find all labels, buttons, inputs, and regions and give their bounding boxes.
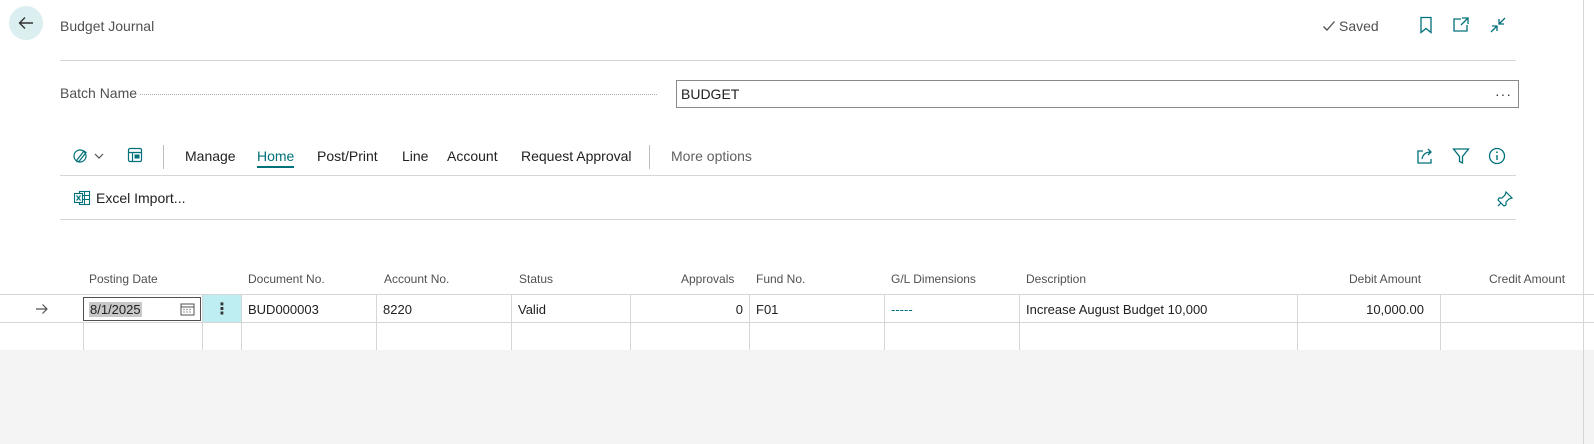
empty-cell[interactable] — [83, 323, 202, 351]
bookmark-icon — [1419, 16, 1433, 34]
document-no-cell[interactable]: BUD000003 — [241, 295, 376, 323]
empty-cell[interactable] — [1297, 323, 1440, 351]
saved-status: Saved — [1322, 18, 1379, 34]
edit-mode-button[interactable] — [72, 147, 104, 165]
menu-home[interactable]: Home — [257, 148, 295, 168]
empty-cell[interactable] — [884, 323, 1019, 351]
col-account-no[interactable]: Account No. — [384, 272, 449, 286]
open-new-window-button[interactable] — [1452, 16, 1470, 34]
more-vertical-icon: ⋮ — [214, 301, 230, 318]
menu-post-print[interactable]: Post/Print — [317, 148, 378, 164]
action-separator — [649, 145, 650, 169]
approvals-cell[interactable]: 0 — [630, 295, 749, 323]
table-row-empty[interactable] — [0, 322, 1594, 351]
col-gl-dimensions[interactable]: G/L Dimensions — [891, 272, 976, 286]
sub-action-bar: Excel Import... — [60, 188, 1516, 214]
collapse-button[interactable] — [1489, 16, 1507, 34]
description-cell[interactable]: Increase August Budget 10,000 — [1019, 295, 1297, 323]
empty-cell[interactable] — [376, 323, 511, 351]
batch-lookup-button[interactable]: ··· — [1495, 86, 1512, 102]
col-approvals[interactable]: Approvals — [681, 272, 734, 286]
action-bar: Manage Home Post/Print Line Account Requ… — [60, 141, 1516, 175]
col-fund-no[interactable]: Fund No. — [756, 272, 805, 286]
bookmark-button[interactable] — [1417, 16, 1435, 34]
filter-icon — [1452, 147, 1470, 165]
menu-request-approval[interactable]: Request Approval — [521, 148, 632, 164]
status-cell[interactable]: Valid — [511, 295, 630, 323]
info-icon — [1488, 147, 1506, 165]
filter-button[interactable] — [1452, 147, 1470, 165]
menu-account[interactable]: Account — [447, 148, 498, 164]
details-pane-icon — [127, 147, 143, 163]
account-no-cell[interactable]: 8220 — [376, 295, 511, 323]
debit-amount-cell[interactable]: 10,000.00 — [1297, 295, 1440, 323]
empty-cell[interactable] — [630, 323, 749, 351]
saved-label: Saved — [1339, 18, 1379, 34]
pin-icon — [1496, 190, 1514, 208]
col-debit-amount[interactable]: Debit Amount — [1349, 272, 1421, 286]
empty-cell[interactable] — [511, 323, 630, 351]
empty-cell[interactable] — [749, 323, 884, 351]
collapse-icon — [1489, 16, 1507, 34]
col-credit-amount[interactable]: Credit Amount — [1489, 272, 1565, 286]
fund-no-cell[interactable]: F01 — [749, 295, 884, 323]
header-divider — [60, 60, 1516, 61]
batch-name-value: BUDGET — [681, 86, 740, 102]
table-row[interactable]: 8/1/2025 ⋮ BUD000003 8220 Valid 0 F01 --… — [0, 294, 1594, 323]
chevron-down-icon — [94, 151, 104, 161]
excel-import-button[interactable]: Excel Import... — [74, 190, 185, 206]
excel-import-label: Excel Import... — [96, 190, 186, 206]
posting-date-input[interactable]: 8/1/2025 — [83, 297, 201, 321]
gl-dimensions-link[interactable]: ----- — [884, 295, 1019, 323]
back-arrow-icon — [17, 14, 35, 32]
posting-date-value: 8/1/2025 — [89, 301, 142, 317]
col-document-no[interactable]: Document No. — [248, 272, 325, 286]
menu-manage[interactable]: Manage — [185, 148, 236, 164]
empty-cell[interactable] — [1440, 323, 1583, 351]
excel-icon — [74, 190, 91, 206]
empty-cell[interactable] — [1019, 323, 1297, 351]
batch-name-field[interactable]: BUDGET ··· — [676, 80, 1519, 108]
edit-list-icon — [72, 147, 92, 165]
page-title: Budget Journal — [60, 18, 155, 34]
share-icon — [1416, 147, 1434, 165]
row-indicator — [0, 295, 83, 323]
calendar-icon[interactable] — [180, 302, 195, 316]
col-description[interactable]: Description — [1026, 272, 1086, 286]
grid-empty-area — [0, 350, 1594, 444]
batch-name-label: Batch Name — [60, 85, 138, 101]
row-actions-button[interactable]: ⋮ — [202, 295, 241, 323]
col-status[interactable]: Status — [519, 272, 553, 286]
credit-amount-cell[interactable] — [1440, 295, 1583, 323]
action-separator — [163, 145, 164, 169]
share-button[interactable] — [1416, 147, 1434, 165]
open-new-window-icon — [1452, 16, 1470, 34]
empty-cell[interactable] — [202, 323, 241, 351]
back-button[interactable] — [9, 6, 43, 40]
info-button[interactable] — [1488, 147, 1506, 165]
menu-line[interactable]: Line — [402, 148, 428, 164]
empty-cell[interactable] — [241, 323, 376, 351]
col-posting-date[interactable]: Posting Date — [89, 272, 158, 286]
sub-bar-divider — [60, 219, 1516, 220]
more-options-button[interactable]: More options — [671, 148, 752, 164]
field-leader-dots — [140, 94, 657, 95]
right-edge-divider — [1583, 0, 1584, 444]
checkmark-icon — [1322, 19, 1336, 33]
pin-button[interactable] — [1496, 190, 1514, 208]
current-row-arrow-icon — [35, 303, 49, 315]
action-bar-divider — [60, 175, 1516, 176]
fact-box-button[interactable] — [127, 147, 143, 163]
